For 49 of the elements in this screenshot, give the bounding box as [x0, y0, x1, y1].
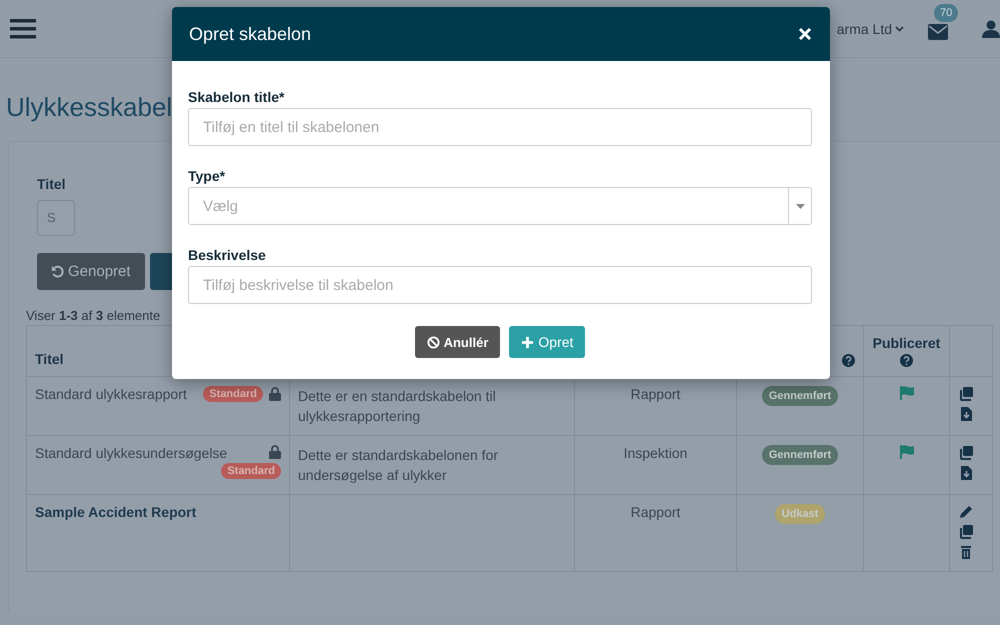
type-text: Rapport	[630, 386, 680, 402]
delete-icon[interactable]	[958, 544, 974, 560]
template-title[interactable]: Sample Accident Report	[35, 504, 196, 520]
menu-icon[interactable]	[10, 18, 36, 40]
type-dropdown[interactable]: Vælg	[188, 187, 812, 225]
download-icon[interactable]	[958, 465, 974, 481]
status-tag: Gennemført	[762, 445, 838, 465]
copy-icon[interactable]	[958, 386, 974, 402]
type-text: Rapport	[630, 504, 680, 520]
cancel-button[interactable]: Anullér	[414, 326, 500, 358]
plus-icon	[521, 336, 534, 348]
close-icon[interactable]	[798, 27, 812, 41]
dialog-title: Opret skabelon	[189, 24, 312, 44]
caret-icon	[796, 204, 804, 208]
field-label: Beskrivelse	[188, 247, 266, 264]
description-text: Dette er en standardskabelon til ulykkesrapportering	[298, 388, 496, 424]
input-field[interactable]: Tilføj beskrivelse til skabelon	[188, 266, 812, 304]
standard-tag: Standard	[221, 463, 281, 479]
template-title: Standard ulykkesundersøgelse	[35, 445, 228, 461]
reset-button[interactable]: Genopret	[37, 253, 145, 290]
status-tag: Gennemført	[762, 386, 838, 406]
edit-icon[interactable]	[958, 504, 974, 520]
page-title: Ulykkesskabel	[5, 91, 174, 124]
field-label: Skabelon title*	[188, 89, 284, 106]
status-tag: Udkast	[774, 504, 826, 524]
download-icon[interactable]	[958, 406, 974, 422]
help-icon[interactable]	[842, 354, 855, 367]
results-summary: Viser 1-3 af 3 elemente	[26, 308, 162, 323]
ban-icon	[426, 336, 440, 348]
copy-icon[interactable]	[958, 445, 974, 461]
copy-icon[interactable]	[958, 524, 974, 540]
help-icon[interactable]	[900, 354, 913, 367]
mail-icon[interactable]	[928, 24, 948, 40]
search-field[interactable]: S	[37, 200, 75, 236]
column-header: Publiceret	[872, 335, 940, 351]
input-field[interactable]: Tilføj en titel til skabelonen	[188, 108, 812, 146]
type-text: Inspektion	[624, 445, 688, 461]
filter-label: Titel	[37, 176, 66, 192]
create-button[interactable]: Opret	[509, 326, 586, 358]
description-text: Dette er standardskabelonen for undersøgelse af ulykker	[298, 447, 498, 483]
field-label: Type*	[188, 168, 226, 185]
standard-tag: Standard	[203, 386, 263, 402]
company-selector[interactable]: arma Ltd	[836, 20, 904, 36]
user-icon[interactable]	[982, 20, 1000, 38]
undo-icon	[51, 265, 64, 278]
column-header: Titel	[35, 351, 64, 367]
notification-count: 70	[934, 4, 958, 22]
caret-icon	[895, 26, 904, 32]
template-title: Standard ulykkesrapport	[35, 386, 187, 402]
